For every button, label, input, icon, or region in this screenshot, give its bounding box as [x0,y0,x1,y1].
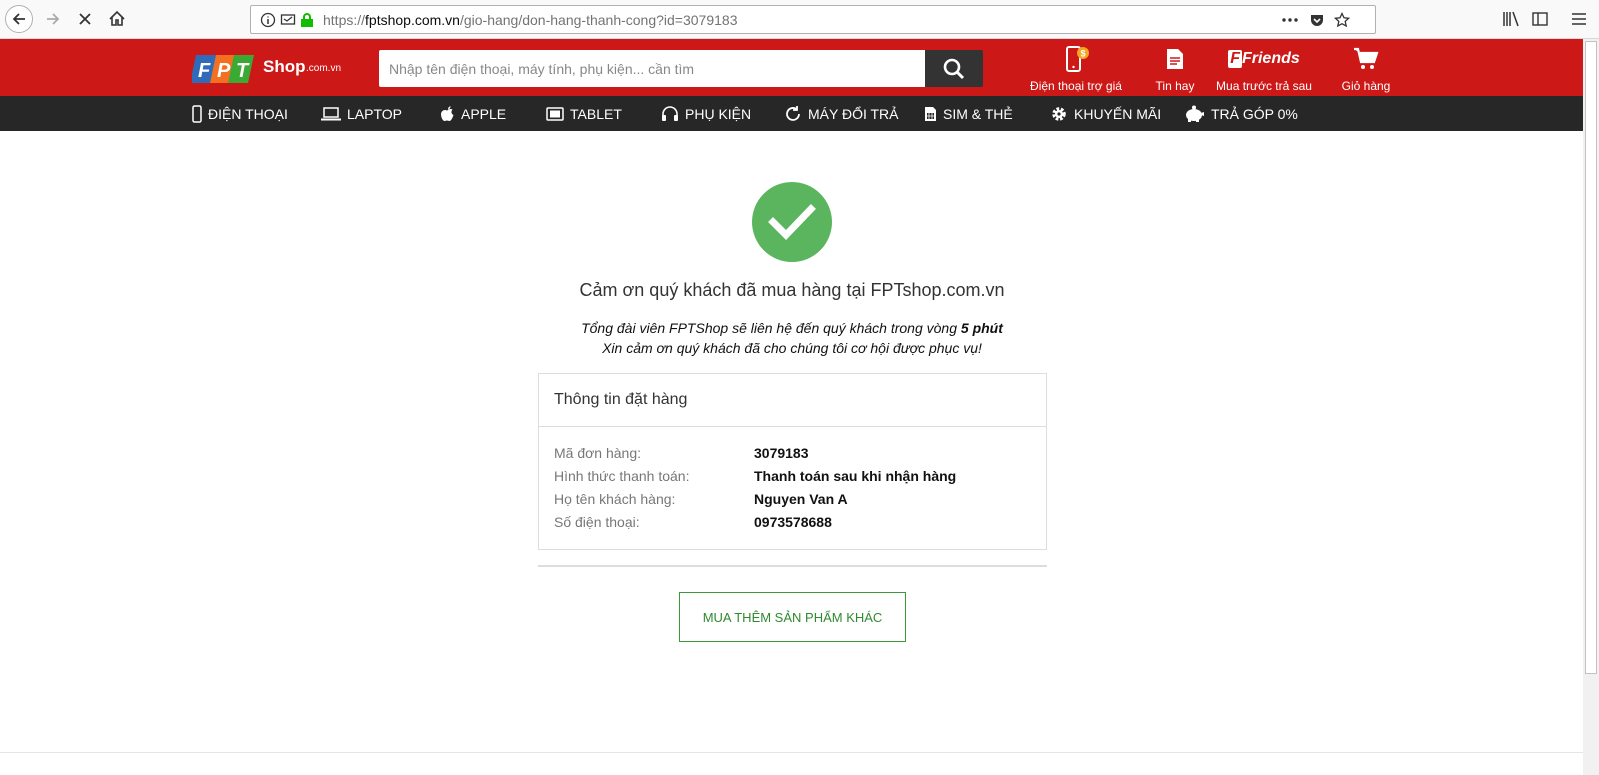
thanks-notice: Xin cảm ơn quý khách đã cho chúng tôi cơ… [602,340,982,356]
success-check-icon [752,182,832,262]
more-actions-icon[interactable] [1281,12,1299,28]
header-link-subsidized-phone[interactable]: $ Điện thoại trợ giá [1028,45,1124,93]
home-button[interactable] [103,5,131,33]
fptfriends-logo: F Friends [1228,50,1300,68]
thank-you-title: Cảm ơn quý khách đã mua hàng tại FPTshop… [579,280,1005,300]
nav-item-apple[interactable]: APPLE [441,96,506,131]
header-link-buy-now-pay-later[interactable]: F Friends Mua trước trả sau [1214,45,1314,93]
svg-text:T: T [236,60,250,82]
header-link-cart[interactable]: Giỏ hàng [1336,45,1396,93]
search-button[interactable] [925,50,983,87]
logo-text: Shop [263,57,306,76]
back-button[interactable] [5,5,33,33]
info-icon[interactable] [260,12,276,28]
piggy-bank-icon [1186,105,1204,122]
nav-item-refurbished[interactable]: MÁY ĐỔI TRẢ [784,96,899,131]
header-link-news[interactable]: Tin hay [1145,45,1205,93]
category-nav: ĐIỆN THOẠI LAPTOP APPLE TABLET PHỤ KIỆN … [0,96,1583,131]
stop-button[interactable] [71,5,99,33]
phone-icon [192,104,202,123]
svg-text:P: P [217,60,231,82]
browser-toolbar: https://fptshop.com.vn/gio-hang/don-hang… [0,0,1599,39]
page-scrollbar[interactable] [1583,39,1599,775]
buy-more-button[interactable]: MUA THÊM SẢN PHẨM KHÁC [679,592,906,642]
nav-item-laptop[interactable]: LAPTOP [321,96,402,131]
logo-suffix: .com.vn [306,63,342,74]
lock-icon[interactable] [300,12,314,28]
divider [538,565,1047,567]
contact-notice: Tổng đài viên FPTShop sẽ liên hệ đến quý… [581,320,1003,336]
order-info-box: Thông tin đặt hàng Mã đơn hàng: 3079183 … [538,373,1047,550]
fptshop-logo[interactable]: F P T Shop .com.vn [190,51,342,85]
headphones-icon [662,105,678,121]
nav-item-installment[interactable]: TRẢ GÓP 0% [1183,96,1298,131]
close-icon [79,13,91,25]
pocket-icon[interactable] [1309,12,1325,28]
document-icon [1167,49,1183,69]
laptop-icon [321,106,341,120]
contact-time: 5 phút [960,320,1003,336]
tablet-icon [546,106,564,121]
url-bar[interactable]: https://fptshop.com.vn/gio-hang/don-hang… [250,5,1376,34]
nav-item-tablet[interactable]: TABLET [546,96,622,131]
gear-icon [1052,106,1066,121]
refresh-icon [786,105,800,121]
forward-button[interactable] [39,5,67,33]
nav-item-accessories[interactable]: PHỤ KIỆN [661,96,751,131]
search-input[interactable] [379,50,925,87]
nav-item-sim-card[interactable]: SIM & THẺ [924,96,1013,131]
arrow-right-icon [47,13,60,25]
sim-icon [925,106,936,121]
bookmark-star-icon[interactable] [1334,12,1350,28]
footer-divider [0,752,1583,753]
nav-item-phones[interactable]: ĐIỆN THOẠI [192,96,288,131]
search-icon [943,58,965,79]
arrow-left-icon [12,13,25,25]
svg-text:F: F [198,60,211,82]
home-icon [109,10,125,26]
cart-icon [1354,47,1379,69]
svg-text:$: $ [1081,49,1086,59]
nav-item-promotions[interactable]: KHUYẾN MÃI [1050,96,1161,131]
permissions-icon[interactable] [280,12,296,28]
apple-icon [441,105,454,121]
phone-dollar-icon: $ [1066,46,1089,72]
url-text[interactable]: https://fptshop.com.vn/gio-hang/don-hang… [323,12,737,28]
library-icon[interactable] [1502,11,1520,27]
site-header: F P T Shop.com.vn $ Điện thoại trợ giá T… [0,39,1583,96]
hamburger-menu-icon[interactable] [1571,11,1587,27]
order-info-heading: Thông tin đặt hàng [539,374,1046,427]
scrollbar-thumb[interactable] [1585,41,1597,674]
sidebar-icon[interactable] [1532,11,1548,27]
